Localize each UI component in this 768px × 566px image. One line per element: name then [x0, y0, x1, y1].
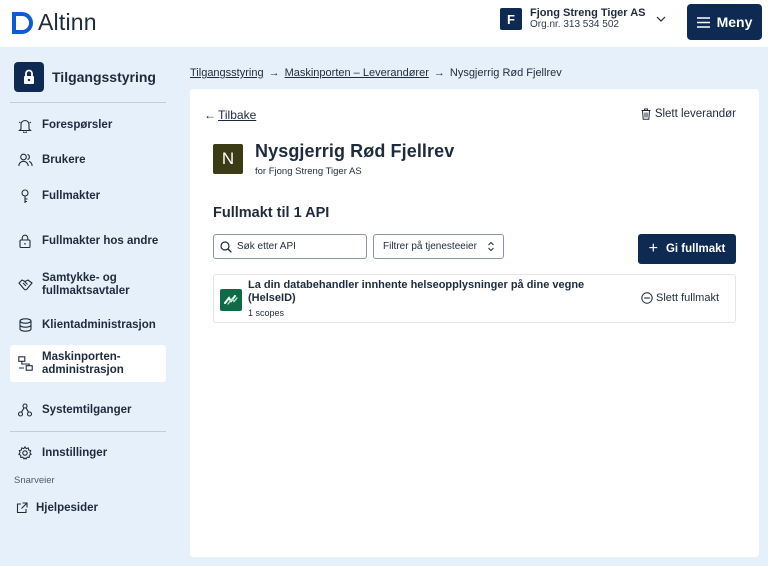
logo-text: Altinn	[38, 9, 97, 35]
minus-circle-icon	[641, 292, 653, 304]
altinn-logo[interactable]: Altinn	[11, 9, 97, 36]
delete-vendor-label: Slett leverandør	[654, 108, 736, 120]
altinn-logo-icon	[12, 11, 33, 34]
org-avatar: F	[500, 8, 522, 30]
list-item: La din databehandler innhente helseopply…	[213, 274, 736, 323]
menu-button[interactable]: Meny	[687, 4, 762, 40]
sidebar-item-samtykke[interactable]: Samtykke- og fullmaktsavtaler	[10, 269, 166, 301]
menu-label: Meny	[716, 14, 753, 30]
delete-authorization-button[interactable]: Slett fullmakt	[641, 292, 719, 304]
sidebar-item-label: Hjelpesider	[36, 501, 98, 514]
search-field[interactable]	[213, 234, 367, 259]
hierarchy-icon	[17, 402, 33, 418]
chevron-down-icon	[656, 16, 665, 22]
sidebar-item-label: Brukere	[42, 153, 86, 166]
sidebar-item-innstillinger[interactable]: Innstillinger	[10, 443, 166, 463]
shortcuts-heading: Snarveier	[14, 475, 55, 486]
sidebar-item-label: Fullmakter hos andre	[42, 234, 159, 247]
give-authorization-button[interactable]: + Gi fullmakt	[638, 234, 736, 264]
divider	[10, 431, 166, 432]
delete-authorization-label: Slett fullmakt	[656, 292, 719, 304]
org-name: Fjong Streng Tiger AS	[530, 7, 646, 19]
sidebar-heading-label: Tilgangsstyring	[52, 69, 156, 85]
vendor-subtitle: for Fjong Streng Tiger AS	[255, 166, 362, 177]
sidebar-item-fullmakter-hos-andre[interactable]: Fullmakter hos andre	[10, 225, 166, 257]
padlock-icon	[14, 62, 44, 92]
trash-icon	[641, 108, 651, 120]
breadcrumb-current: Nysgjerrig Rød Fjellrev	[449, 67, 562, 79]
section-title: Fullmakt til 1 API	[213, 205, 330, 221]
sidebar-item-foresporsler[interactable]: Forespørsler	[10, 115, 166, 135]
vendor-avatar: N	[213, 144, 243, 174]
plus-icon: +	[648, 240, 658, 257]
breadcrumb: Tilgangsstyring → Maskinporten – Leveran…	[190, 67, 562, 79]
arrow-left-icon: ←	[204, 108, 216, 122]
filter-select[interactable]: Filtrer på tjenesteeier	[373, 234, 504, 259]
arrow-right-icon: →	[268, 67, 280, 79]
sidebar-heading: Tilgangsstyring	[14, 62, 156, 92]
search-icon	[220, 240, 232, 253]
sidebar-item-label: Forespørsler	[42, 118, 113, 131]
divider	[10, 102, 166, 103]
delete-vendor-button[interactable]: Slett leverandør	[641, 108, 736, 120]
sidebar-item-label: Klientadministrasjon	[42, 318, 156, 331]
network-icon	[17, 356, 33, 372]
sidebar: Tilgangsstyring Forespørsler Brukere Ful…	[0, 47, 178, 566]
org-number: Org.nr. 313 534 502	[530, 19, 619, 30]
sidebar-item-label: Fullmakter	[42, 189, 101, 202]
sidebar-item-label: Samtykke- og fullmaktsavtaler	[42, 272, 130, 297]
give-button-label: Gi fullmakt	[665, 243, 726, 255]
top-header: Altinn F Fjong Streng Tiger AS Org.nr. 3…	[0, 0, 768, 47]
helseid-logo-icon	[220, 289, 242, 311]
main-panel: ← Tilbake Slett leverandør N Nysgjerrig …	[190, 89, 759, 557]
hamburger-icon	[696, 16, 710, 28]
lock-icon	[17, 233, 33, 249]
filter-label: Filtrer på tjenesteeier	[383, 241, 477, 252]
database-icon	[17, 317, 33, 333]
breadcrumb-link[interactable]: Tilgangsstyring	[190, 67, 264, 79]
sidebar-item-klientadministrasjon[interactable]: Klientadministrasjon	[10, 315, 166, 335]
sidebar-item-systemtilganger[interactable]: Systemtilganger	[10, 400, 166, 420]
external-link-icon	[14, 500, 30, 516]
sidebar-item-brukere[interactable]: Brukere	[10, 150, 166, 170]
sidebar-item-label: Maskinporten-administrasjon	[42, 350, 124, 376]
sidebar-item-maskinporten[interactable]: Maskinporten-administrasjon	[10, 345, 166, 382]
page-title: Nysgjerrig Rød Fjellrev	[255, 141, 455, 161]
sidebar-item-label: Innstillinger	[42, 446, 108, 459]
users-icon	[17, 152, 33, 168]
api-title: La din databehandler innhente helseopply…	[248, 279, 585, 304]
api-scopes: 1 scopes	[248, 308, 285, 318]
search-input[interactable]	[237, 241, 357, 252]
key-icon	[17, 188, 33, 204]
sidebar-item-fullmakter[interactable]: Fullmakter	[10, 186, 166, 206]
handshake-icon	[17, 277, 33, 293]
gear-icon	[17, 445, 33, 461]
back-label: Tilbake	[218, 108, 257, 122]
sidebar-item-hjelpesider[interactable]: Hjelpesider	[7, 498, 163, 518]
breadcrumb-link[interactable]: Maskinporten – Leverandører	[285, 67, 429, 79]
sort-chevrons-icon	[488, 241, 494, 252]
bell-icon	[17, 117, 33, 133]
org-selector[interactable]: F Fjong Streng Tiger AS Org.nr. 313 534 …	[500, 8, 666, 30]
arrow-right-icon: →	[433, 67, 445, 79]
back-link[interactable]: ← Tilbake	[204, 108, 256, 122]
sidebar-item-label: Systemtilganger	[42, 403, 132, 416]
